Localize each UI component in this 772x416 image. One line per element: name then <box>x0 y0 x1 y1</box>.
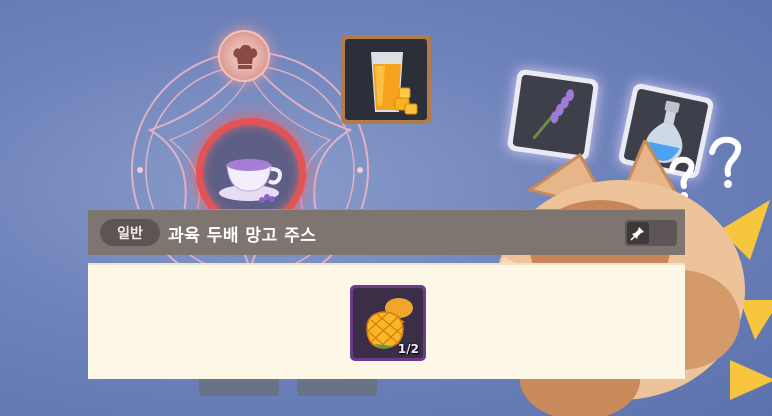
item-info-panel: 일반 과육 두배 망고 주스 1/2 <box>88 209 685 379</box>
ingredient-frame: 1/2 <box>353 288 423 358</box>
result-item-frame <box>345 39 427 120</box>
ingredient-count: 1/2 <box>397 342 419 356</box>
pin-button[interactable] <box>625 220 677 246</box>
grade-badge: 일반 <box>100 219 160 246</box>
mango-juice-icon <box>371 52 418 115</box>
item-title: 과육 두배 망고 주스 <box>168 226 317 246</box>
chef-hat-icon <box>233 44 258 69</box>
game-scene: 일반 과육 두배 망고 주스 1/2 <box>0 0 772 416</box>
pin-icon <box>630 227 644 241</box>
item-info-header: 일반 과육 두배 망고 주스 <box>88 209 685 255</box>
ingredient-slot[interactable]: 1/2 <box>350 285 426 361</box>
result-item-slot[interactable] <box>341 35 431 124</box>
ingredient-list: 1/2 <box>88 263 685 379</box>
lavender-tea-icon <box>219 159 282 203</box>
pin-icon-box <box>627 222 649 244</box>
chef-badge <box>218 30 270 82</box>
